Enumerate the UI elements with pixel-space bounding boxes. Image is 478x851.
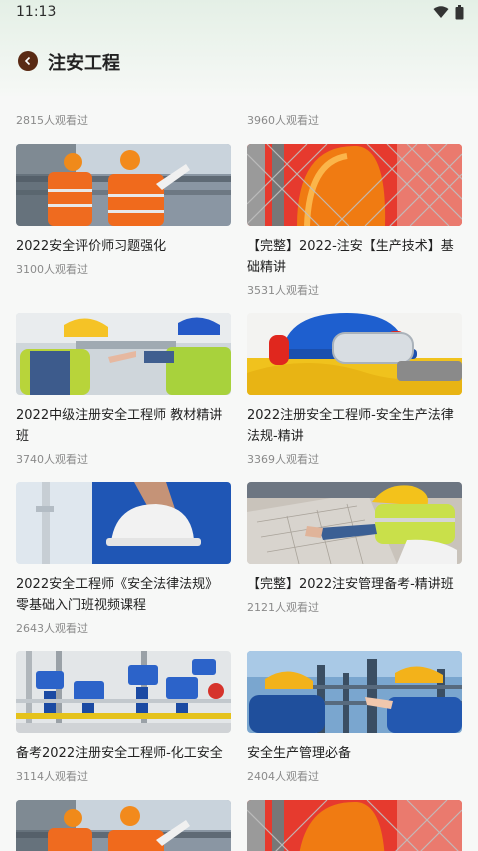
course-thumbnail [16,800,231,851]
course-title: 备考2022注册安全工程师-化工安全 [16,746,223,761]
view-count: 3100人观看过 [16,263,88,276]
course-card[interactable]: 【完整】2022-注安【生产技术】基础精讲 3531人观看过 [247,144,462,298]
course-thumbnail [247,313,462,395]
course-thumbnail [16,144,231,226]
course-thumbnail [247,651,462,733]
view-count: 3960人观看过 [247,114,319,127]
status-bar: 11:13 [0,0,478,26]
course-card[interactable] [16,800,231,851]
view-count: 2121人观看过 [247,601,319,614]
view-count: 3114人观看过 [16,770,88,783]
course-thumbnail [16,482,231,564]
back-button[interactable] [18,51,38,71]
course-thumbnail [247,144,462,226]
course-title: 2022安全评价师习题强化 [16,239,167,254]
course-title: 【完整】2022注安管理备考-精讲班 [247,577,454,592]
course-thumbnail [16,313,231,395]
view-count: 2643人观看过 [16,622,88,635]
view-count: 2404人观看过 [247,770,319,783]
view-count: 3531人观看过 [247,284,319,297]
course-thumbnail [247,482,462,564]
course-list[interactable]: 2815人观看过 3960人观看过 2022安全评价师习题强化 3100人观看过… [0,96,478,851]
course-card[interactable]: 2022中级注册安全工程师 教材精讲班 3740人观看过 [16,313,231,467]
course-card[interactable]: 【完整】2022注安管理备考-精讲班 2121人观看过 [247,482,462,615]
view-count: 3740人观看过 [16,453,88,466]
course-card[interactable]: 安全生产管理必备 2404人观看过 [247,651,462,784]
course-title: 【完整】2022-注安【生产技术】基础精讲 [247,239,454,275]
battery-icon [455,5,464,20]
course-title: 2022安全工程师《安全法律法规》零基础入门班视频课程 [16,577,219,613]
course-card[interactable] [247,800,462,851]
view-count: 2815人观看过 [16,114,88,127]
course-card[interactable]: 2022注册安全工程师-安全生产法律法规-精讲 3369人观看过 [247,313,462,467]
course-card[interactable]: 2022安全工程师《安全法律法规》零基础入门班视频课程 2643人观看过 [16,482,231,636]
chevron-left-icon [24,56,31,66]
view-count: 3369人观看过 [247,453,319,466]
status-icons [433,5,464,20]
page-title: 注安工程 [48,53,120,74]
course-title: 安全生产管理必备 [247,746,352,761]
app-bar: 注安工程 [0,26,478,96]
course-title: 2022中级注册安全工程师 教材精讲班 [16,408,223,444]
course-title: 2022注册安全工程师-安全生产法律法规-精讲 [247,408,454,444]
course-card[interactable]: 2022安全评价师习题强化 3100人观看过 [16,144,231,277]
course-thumbnail [16,651,231,733]
status-time: 11:13 [16,4,57,20]
wifi-icon [433,6,449,18]
course-thumbnail [247,800,462,851]
course-card[interactable]: 备考2022注册安全工程师-化工安全 3114人观看过 [16,651,231,784]
